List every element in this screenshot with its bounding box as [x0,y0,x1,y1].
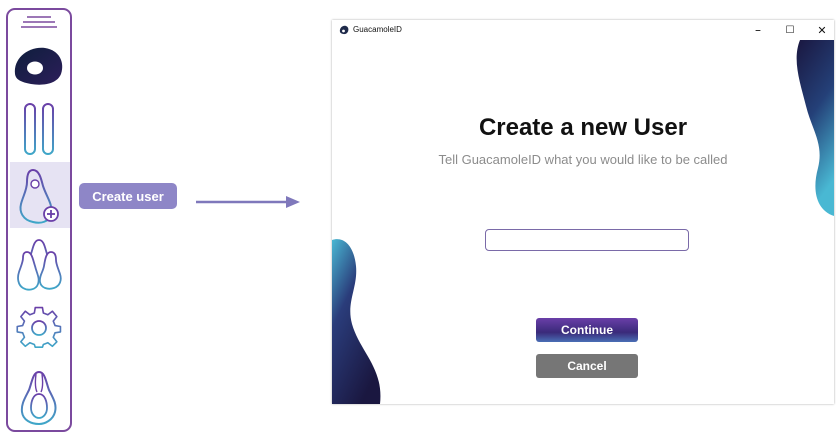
maximize-button[interactable]: ☐ [775,21,805,39]
menu-icon [21,16,57,28]
avocado-button[interactable] [11,366,67,428]
cancel-button[interactable]: Cancel [536,354,638,378]
home-logo-button[interactable] [11,38,67,90]
pause-button[interactable] [11,98,67,160]
pause-icon [24,103,54,155]
guacamole-logo-icon [14,47,63,85]
menu-button[interactable] [11,12,67,34]
username-input[interactable] [485,229,689,251]
window-title: GuacamoleID [353,25,402,34]
title-bar: GuacamoleID – ☐ ✕ [332,20,834,40]
minimize-button[interactable]: – [743,21,773,39]
page-title: Create a new User [478,114,688,141]
create-user-button[interactable] [10,162,70,228]
add-user-icon [19,168,59,224]
create-user-window: GuacamoleID – ☐ ✕ Create a new User Tell… [332,20,834,404]
app-logo-icon [339,25,349,35]
close-button[interactable]: ✕ [807,21,834,39]
arrow-right-icon [196,196,300,208]
decorative-wave-left-icon [332,239,381,404]
settings-button[interactable] [11,302,67,354]
continue-button[interactable]: Continue [536,318,638,342]
users-group-icon [17,239,62,291]
create-user-callout: Create user [79,183,177,209]
settings-gear-icon [16,306,62,349]
users-group-button[interactable] [11,234,67,294]
side-navigation [6,8,72,432]
page-subtitle: Tell GuacamoleID what you would like to … [438,152,728,167]
avocado-icon [20,370,57,426]
